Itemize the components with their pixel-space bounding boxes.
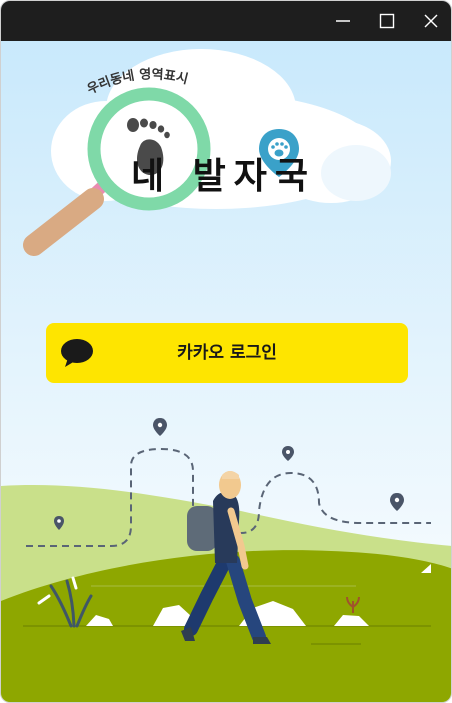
close-icon <box>424 14 438 28</box>
kakao-login-button[interactable]: 카카오 로그인 <box>46 323 408 383</box>
minimize-icon <box>336 20 350 22</box>
logo-tagline: 우리동네 영역표시 <box>85 66 189 97</box>
logo-text-layer: 우리동네 영역표시 네 발자국 <box>85 66 316 197</box>
kakao-login-label: 카카오 로그인 <box>177 343 277 363</box>
maximize-button[interactable] <box>365 1 409 41</box>
logo-title: 네 발자국 <box>131 156 316 197</box>
minimize-button[interactable] <box>321 1 365 41</box>
title-bar <box>1 1 451 41</box>
maximize-icon <box>379 13 395 29</box>
app-window: 우리동네 영역표시 네 발자국 카카오 로그인 <box>0 0 452 703</box>
close-button[interactable] <box>409 1 451 41</box>
